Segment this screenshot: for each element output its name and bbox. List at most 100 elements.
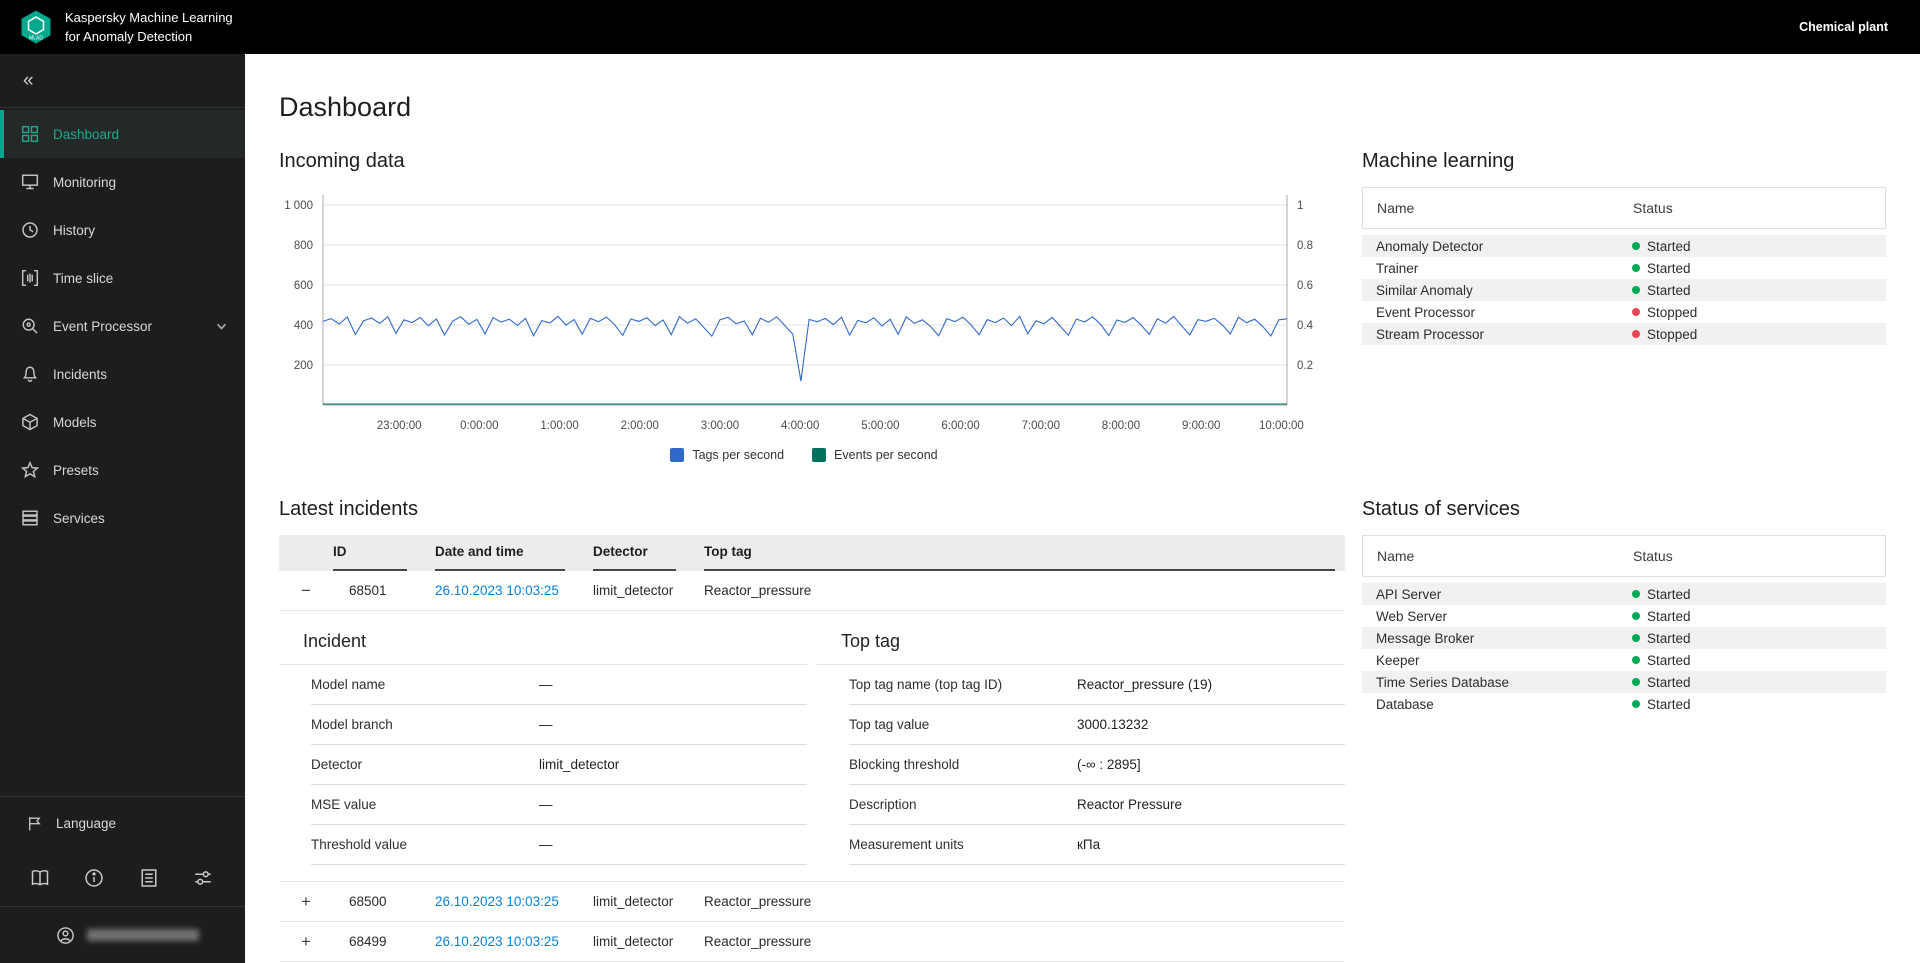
incident-date-link[interactable]: 26.10.2023 10:03:25 — [435, 934, 559, 949]
sidebar-item-label: History — [53, 222, 96, 238]
incident-date-link[interactable]: 26.10.2023 10:03:25 — [435, 894, 559, 909]
sidebar-item-event-processor[interactable]: Event Processor — [0, 302, 245, 350]
sidebar-item-label: Presets — [53, 462, 99, 478]
table-row: Trainer Started — [1376, 260, 1691, 276]
svg-text:2:00:00: 2:00:00 — [621, 420, 659, 432]
dashboard-icon — [21, 125, 39, 143]
status-dot — [1632, 242, 1640, 250]
account-button[interactable] — [0, 907, 245, 963]
sidebar-item-monitoring[interactable]: Monitoring — [0, 158, 245, 206]
sidebar-bottom: Language — [0, 796, 245, 963]
language-label: Language — [56, 816, 117, 831]
table-row: Similar Anomaly Started — [1362, 279, 1886, 301]
status-dot — [1632, 634, 1640, 642]
dashboard-grid: Incoming data 200 400 600 800 1 000 0.2 0.4 0.6… — [279, 150, 1920, 962]
svg-text:200: 200 — [294, 360, 313, 372]
services-stack-icon — [22, 510, 38, 526]
sidebar-item-label: Monitoring — [53, 174, 117, 190]
svg-text:0:00:00: 0:00:00 — [460, 420, 498, 432]
legend-events-per-second[interactable]: Events per second — [812, 448, 938, 462]
incident-row: + 68499 26.10.2023 10:03:25 limit_detect… — [279, 922, 1345, 962]
status-label: Started — [1647, 260, 1691, 276]
detail-label: Threshold value — [311, 837, 408, 852]
sidebar-item-models[interactable]: Models — [0, 398, 245, 446]
incident-date-link[interactable]: 26.10.2023 10:03:25 — [435, 583, 559, 598]
legend-tags-per-second[interactable]: Tags per second — [670, 448, 784, 462]
column-header-name: Name — [1377, 200, 1415, 216]
sidebar-item-dashboard[interactable]: Dashboard — [0, 110, 245, 158]
sidebar-item-services[interactable]: Services — [0, 494, 245, 542]
top-tag-panel-title: Top tag — [817, 611, 1345, 665]
sidebar-item-history[interactable]: History — [0, 206, 245, 254]
detail-value: Reactor Pressure — [1077, 797, 1183, 812]
machine-learning-heading: Machine learning — [1362, 150, 1515, 172]
incident-detail: Incident Model name — Model branch — Detec… — [279, 611, 1345, 882]
svg-text:0.2: 0.2 — [1297, 360, 1313, 372]
column-header-id[interactable]: ID — [333, 535, 435, 571]
incident-row: + 68500 26.10.2023 10:03:25 limit_detect… — [279, 882, 1345, 922]
table-row: Stream Processor Stopped — [1362, 323, 1886, 345]
status-label: Stopped — [1647, 304, 1698, 320]
detail-row: Top tag value 3000.13232 — [849, 705, 1345, 745]
status-label: Started — [1647, 238, 1691, 254]
collapse-sidebar-icon: « — [23, 69, 34, 91]
alarm-bell-icon — [22, 366, 38, 382]
detail-row: Blocking threshold (-∞ : 2895] — [849, 745, 1345, 785]
detail-value: — — [539, 837, 553, 852]
sidebar-item-time-slice[interactable]: Time slice — [0, 254, 245, 302]
table-row: Database Started — [1376, 696, 1691, 712]
table-header: Name Status — [1362, 187, 1886, 229]
detail-label: Description — [849, 797, 917, 812]
expand-incident-toggle[interactable]: + — [279, 893, 333, 910]
detail-row: Model name — — [311, 665, 807, 705]
detail-value: limit_detector — [539, 757, 620, 772]
incident-id: 68499 — [349, 934, 387, 949]
table-row: API Server Started — [1362, 583, 1886, 605]
sidebar-item-presets[interactable]: Presets — [0, 446, 245, 494]
column-header-date[interactable]: Date and time — [435, 535, 593, 571]
detail-value: — — [539, 677, 553, 692]
settings-sliders-icon[interactable] — [193, 868, 213, 888]
language-button[interactable]: Language — [0, 797, 245, 850]
status-dot — [1632, 590, 1640, 598]
svg-text:0.4: 0.4 — [1297, 320, 1314, 332]
incident-detector: limit_detector — [593, 894, 674, 909]
sidebar-item-label: Dashboard — [53, 126, 120, 142]
table-row: Event Processor Stopped — [1376, 304, 1698, 320]
changelog-icon[interactable] — [139, 868, 159, 888]
column-header-detector[interactable]: Detector — [593, 535, 704, 571]
status-label: Started — [1647, 696, 1691, 712]
incident-detector: limit_detector — [593, 934, 674, 949]
detail-row: Model branch — — [311, 705, 807, 745]
status-label: Stopped — [1647, 326, 1698, 342]
collapse-sidebar-button[interactable]: « — [0, 54, 245, 107]
main-content: Dashboard Incoming data 200 400 600 800 1 00… — [245, 54, 1920, 963]
svg-text:6:00:00: 6:00:00 — [941, 420, 979, 432]
machine-learning-table: Name Status Anomaly Detector Started Tra… — [1362, 187, 1886, 345]
table-row: Keeper Started — [1376, 652, 1691, 668]
status-label: Started — [1647, 630, 1691, 646]
tenant-label: Chemical plant — [1799, 20, 1888, 34]
info-icon[interactable] — [84, 868, 104, 888]
sidebar-item-label: Incidents — [53, 366, 108, 382]
expand-incident-toggle[interactable]: + — [279, 933, 333, 950]
status-label: Started — [1647, 674, 1691, 690]
collapse-incident-toggle[interactable]: − — [279, 582, 333, 599]
status-label: Started — [1647, 608, 1691, 624]
language-flag-icon — [29, 817, 41, 831]
incoming-data-chart: 200 400 600 800 1 000 0.2 0.4 0.6 0.8 1 23:00:00 0:… — [284, 195, 1314, 432]
svg-text:1:00:00: 1:00:00 — [540, 420, 578, 432]
guide-book-icon[interactable] — [30, 868, 50, 888]
incident-row: − 68501 26.10.2023 10:03:25 limit_detect… — [279, 571, 1345, 611]
sidebar: « Dashboard Monitoring History Time slic… — [0, 54, 245, 963]
sidebar-item-incidents[interactable]: Incidents — [0, 350, 245, 398]
detail-label: Top tag name (top tag ID) — [849, 677, 1003, 692]
status-dot — [1632, 330, 1640, 338]
table-row: Web Server Started — [1376, 608, 1691, 624]
star-icon — [21, 461, 39, 479]
sidebar-item-label: Models — [53, 414, 97, 430]
column-header-top-tag[interactable]: Top tag — [704, 535, 1345, 571]
page-title: Dashboard — [279, 92, 412, 122]
incident-panel: Incident Model name — Model branch — Detec… — [279, 611, 807, 865]
latest-incidents-section: Latest incidents ID Date and time Detect… — [279, 498, 1345, 962]
